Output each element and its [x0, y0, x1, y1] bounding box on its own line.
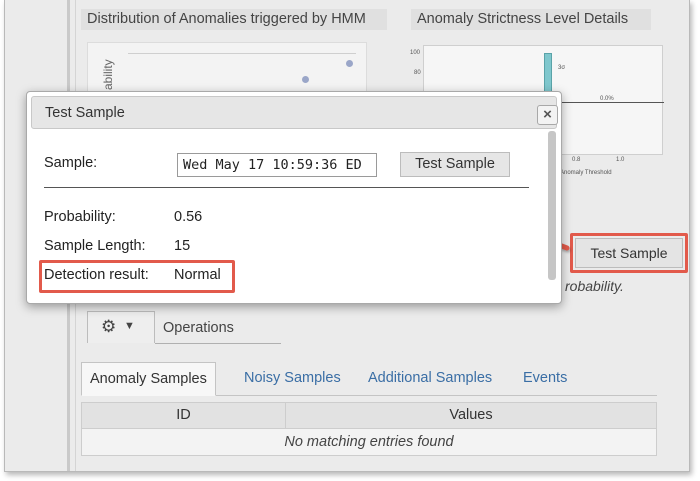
tab-events[interactable]: Events — [523, 362, 567, 396]
dialog-titlebar: Test Sample × — [31, 96, 558, 129]
sample-label: Sample: — [44, 155, 98, 171]
hmm-panel-title: Distribution of Anomalies triggered by H… — [81, 9, 387, 30]
sample-length-value: 15 — [174, 238, 191, 254]
percent-label: 0.0% — [600, 96, 614, 102]
probability-value: 0.56 — [174, 209, 203, 225]
strictness-panel-title: Anomaly Strictness Level Details — [411, 9, 651, 30]
dialog-scrollbar[interactable] — [548, 131, 556, 280]
operations-menu-button[interactable]: ⚙ ▼ — [87, 311, 155, 343]
samples-table: ID Values No matching entries found — [81, 402, 657, 456]
sample-length-label: Sample Length: — [44, 238, 146, 254]
hmm-gridline — [128, 53, 356, 54]
hmm-point — [346, 60, 353, 67]
probability-label: Probability: — [44, 209, 116, 225]
empty-table-message: No matching entries found — [81, 429, 657, 456]
x-axis-label: Anomaly Threshold — [560, 170, 612, 176]
threshold-line — [549, 102, 664, 103]
operations-tab[interactable]: Operations — [163, 320, 234, 336]
tab-noisy-samples[interactable]: Noisy Samples — [244, 362, 341, 396]
operations-bar: ⚙ ▼ Operations — [87, 311, 283, 345]
sigma-label: 3σ — [558, 65, 566, 71]
column-header-values[interactable]: Values — [286, 403, 656, 428]
gear-icon: ⚙ — [101, 317, 117, 336]
dialog-divider — [44, 187, 529, 188]
dialog-title: Test Sample — [45, 105, 125, 121]
samples-tabs: Anomaly Samples Noisy Samples Additional… — [81, 362, 657, 396]
test-sample-highlight-box — [570, 233, 688, 273]
column-header-id[interactable]: ID — [82, 403, 286, 428]
operations-underline — [155, 343, 281, 344]
table-header: ID Values — [81, 402, 657, 429]
hmm-y-axis-label: ability — [101, 59, 115, 90]
x-tick-label: 0.8 — [572, 157, 581, 163]
sample-input[interactable]: Wed May 17 10:59:36 ED — [177, 153, 377, 177]
detection-result-highlight-box — [39, 260, 235, 293]
close-icon[interactable]: × — [537, 105, 558, 125]
caret-down-icon: ▼ — [124, 320, 135, 332]
tab-anomaly-samples[interactable]: Anomaly Samples — [81, 362, 216, 396]
hmm-point — [302, 76, 309, 83]
dialog-test-sample-button[interactable]: Test Sample — [400, 152, 510, 177]
y-tick-label: 100 — [410, 50, 421, 56]
test-sample-dialog: Test Sample × Sample: Wed May 17 10:59:3… — [26, 91, 562, 304]
probability-note: robability. — [565, 278, 624, 294]
x-tick-label: 1.0 — [616, 157, 625, 163]
tab-additional-samples[interactable]: Additional Samples — [368, 362, 492, 396]
y-tick-label: 80 — [414, 70, 421, 76]
